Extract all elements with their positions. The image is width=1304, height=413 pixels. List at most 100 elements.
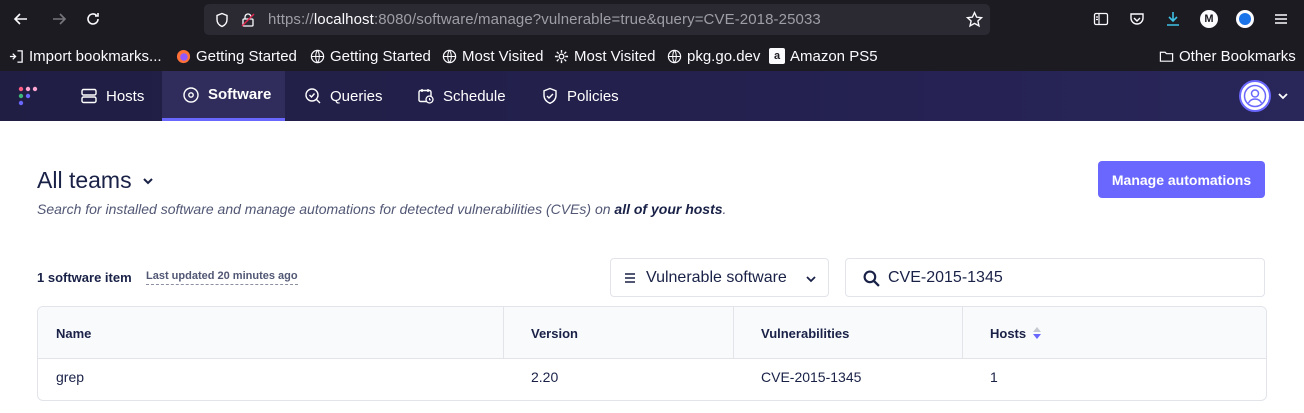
back-button[interactable]: [8, 6, 34, 32]
user-icon: [1243, 84, 1267, 108]
nav-queries[interactable]: Queries: [304, 71, 383, 121]
team-selector[interactable]: All teams: [37, 167, 154, 194]
profile-extension-button[interactable]: M: [1196, 6, 1222, 32]
download-icon: [1167, 12, 1179, 26]
bookmark-item[interactable]: Most Visited: [441, 46, 543, 66]
nav-schedule-label: Schedule: [443, 87, 506, 105]
globe-icon: [441, 48, 457, 64]
menu-button[interactable]: [1268, 6, 1294, 32]
globe-icon: [666, 48, 682, 64]
bookmark-label: Getting Started: [330, 47, 431, 65]
nav-hosts-label: Hosts: [106, 87, 145, 105]
import-icon: [8, 48, 24, 64]
column-header-name[interactable]: Name: [56, 307, 91, 359]
pocket-button[interactable]: [1124, 6, 1150, 32]
schedule-icon: [417, 87, 435, 105]
forward-button[interactable]: [46, 6, 72, 32]
password-extension-button[interactable]: [1232, 6, 1258, 32]
other-bookmarks[interactable]: Other Bookmarks: [1158, 46, 1296, 66]
1password-icon: [1236, 10, 1254, 28]
gear-icon: [553, 48, 569, 64]
cell-vulnerabilities[interactable]: CVE-2015-1345: [761, 369, 861, 385]
nav-policies-label: Policies: [567, 87, 619, 105]
search-input-value: CVE-2015-1345: [888, 269, 1003, 286]
table-header: Name Version Vulnerabilities Hosts: [38, 307, 1266, 359]
queries-icon: [304, 87, 322, 105]
bookmark-item[interactable]: a Amazon PS5: [769, 46, 878, 66]
url-rest: :8080/software/manage?vulnerable=true&qu…: [373, 11, 821, 28]
cell-name[interactable]: grep: [56, 369, 84, 385]
firefox-icon: [175, 48, 191, 64]
bookmark-item[interactable]: pkg.go.dev: [666, 46, 760, 66]
bookmark-label: Most Visited: [462, 47, 544, 65]
nav-schedule[interactable]: Schedule: [417, 71, 506, 121]
url-text: https://localhost:8080/software/manage?v…: [268, 11, 821, 28]
url-host: localhost: [313, 11, 374, 28]
shield-icon: [216, 12, 228, 28]
globe-icon: [309, 48, 325, 64]
page-title: All teams: [37, 167, 132, 193]
last-updated[interactable]: Last updated 20 minutes ago: [146, 270, 298, 285]
software-icon: [182, 86, 200, 104]
cell-version: 2.20: [531, 369, 559, 385]
bookmark-label: Getting Started: [196, 47, 297, 65]
column-header-vulnerabilities[interactable]: Vulnerabilities: [761, 307, 849, 359]
bookmark-item[interactable]: Import bookmarks...: [8, 46, 162, 66]
bookmark-label: Import bookmarks...: [29, 47, 162, 65]
amazon-icon: a: [769, 48, 785, 64]
page-description: Search for installed software and manage…: [37, 201, 726, 217]
bookmark-label: pkg.go.dev: [687, 47, 761, 65]
column-divider: [733, 307, 734, 359]
vulnerable-filter-dropdown[interactable]: Vulnerable software: [610, 258, 829, 297]
filter-list-icon: [625, 273, 635, 283]
column-header-version[interactable]: Version: [531, 307, 578, 359]
url-prefix: https://: [268, 11, 314, 28]
manage-automations-button[interactable]: Manage automations: [1098, 161, 1265, 198]
nav-policies[interactable]: Policies: [541, 71, 619, 121]
profile-letter: M: [1204, 13, 1214, 25]
chevron-down-icon: [142, 177, 153, 184]
reload-button[interactable]: [80, 6, 106, 32]
arrow-left-icon: [13, 13, 27, 25]
bookmark-label: Most Visited: [574, 47, 656, 65]
search-icon: [863, 270, 880, 287]
bookmark-item[interactable]: Getting Started: [309, 46, 431, 66]
bookmark-item[interactable]: Most Visited: [553, 46, 655, 66]
star-icon[interactable]: [966, 11, 983, 28]
nav-queries-label: Queries: [330, 87, 383, 105]
sidebar-icon: [1093, 12, 1109, 26]
cell-hosts[interactable]: 1: [990, 369, 998, 385]
software-count: 1 software item: [37, 270, 132, 285]
pocket-icon: [1130, 13, 1144, 25]
column-header-hosts[interactable]: Hosts: [990, 307, 1042, 359]
folder-icon: [1158, 48, 1174, 64]
nav-hosts[interactable]: Hosts: [80, 71, 144, 121]
policies-icon: [541, 87, 559, 105]
other-bookmarks-label: Other Bookmarks: [1179, 47, 1296, 65]
hosts-icon: [80, 87, 98, 105]
url-bar[interactable]: https://localhost:8080/software/manage?v…: [204, 4, 990, 35]
downloads-button[interactable]: [1160, 6, 1186, 32]
column-divider: [503, 307, 504, 359]
description-text: Search for installed software and manage…: [37, 201, 611, 217]
reload-icon: [87, 13, 99, 25]
description-bold: all of your hosts: [614, 201, 723, 217]
nav-software[interactable]: Software: [162, 71, 285, 121]
avatar: [1239, 80, 1271, 112]
browser-toolbar: https://localhost:8080/software/manage?v…: [0, 0, 1304, 71]
column-header-hosts-label: Hosts: [990, 325, 1027, 341]
search-field[interactable]: CVE-2015-1345: [845, 258, 1265, 297]
user-menu[interactable]: [1239, 79, 1293, 113]
insecure-lock-icon: [241, 13, 255, 27]
manage-automations-label: Manage automations: [1111, 171, 1252, 188]
bookmark-item[interactable]: Getting Started: [175, 46, 297, 66]
fleet-logo-icon[interactable]: [18, 86, 38, 106]
chevron-down-icon: [1278, 93, 1288, 100]
column-divider: [962, 307, 963, 359]
sort-icon: [1033, 327, 1042, 339]
bookmarks-toolbar: Import bookmarks... Getting Started Gett…: [0, 42, 1304, 69]
description-end: .: [722, 201, 727, 217]
app-navbar: Hosts Software Queries Schedule Policies: [0, 71, 1304, 121]
reader-view-button[interactable]: [1088, 6, 1114, 32]
chevron-down-icon: [806, 276, 816, 283]
